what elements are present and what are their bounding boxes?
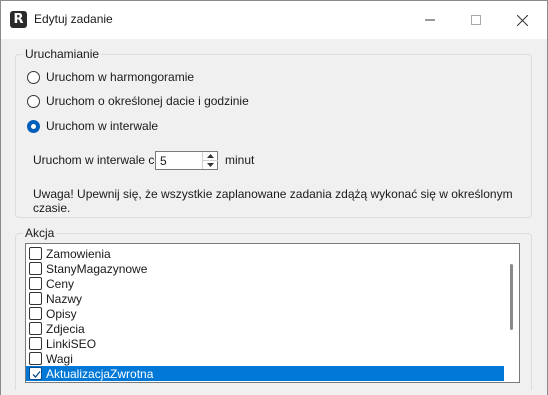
checkbox[interactable] <box>29 307 42 320</box>
maximize-icon <box>471 15 481 25</box>
chevron-down-icon <box>207 162 214 167</box>
maximize-button[interactable] <box>453 1 499 39</box>
radio-button[interactable] <box>27 94 40 108</box>
app-icon: R <box>10 11 27 28</box>
list-item-label: StanyMagazynowe <box>46 261 148 276</box>
list-item[interactable]: Ceny <box>26 276 504 291</box>
radio-date-time-label: Uruchom o określonej dacie i godzinie <box>46 94 249 108</box>
checkbox[interactable] <box>29 322 42 335</box>
edit-task-window: R Edytuj zadanie Uruchamianie Uruchom w … <box>0 0 548 395</box>
list-item[interactable]: Wagi <box>26 351 504 366</box>
checkbox[interactable] <box>29 247 42 260</box>
warning-text: Uwaga! Upewnij się, że wszystkie zaplano… <box>33 187 513 215</box>
minimize-button[interactable] <box>407 1 453 39</box>
interval-label: Uruchom w interwale co <box>33 153 162 167</box>
checkbox[interactable] <box>29 352 42 365</box>
list-item[interactable]: Nazwy <box>26 291 504 306</box>
list-item-label: Ceny <box>46 276 75 291</box>
stepper-up-button[interactable] <box>203 152 218 160</box>
list-item[interactable]: Zamowienia <box>26 246 504 261</box>
radio-date-time[interactable]: Uruchom o określonej dacie i godzinie <box>27 94 249 108</box>
list-item-selected[interactable]: AktualizacjaZwrotna <box>26 366 504 381</box>
list-item[interactable]: LinkiSEO <box>26 336 504 351</box>
list-item-label: LinkiSEO <box>46 336 97 351</box>
list-item-label: Nazwy <box>46 291 83 306</box>
action-group-legend: Akcja <box>23 226 57 240</box>
radio-interval-label: Uruchom w interwale <box>46 119 159 133</box>
checkbox[interactable] <box>29 292 42 305</box>
list-item-label: Opisy <box>46 306 77 321</box>
launch-group-legend: Uruchamianie <box>23 47 102 61</box>
stepper-down-button[interactable] <box>203 160 218 168</box>
radio-interval[interactable]: Uruchom w interwale <box>27 119 158 133</box>
minimize-icon <box>425 19 435 21</box>
title-bar[interactable]: R Edytuj zadanie <box>1 1 547 39</box>
checkbox[interactable] <box>29 337 42 350</box>
list-item-label: Zamowienia <box>46 246 111 261</box>
stepper-buttons <box>202 152 218 169</box>
action-checklist[interactable]: Zamowienia StanyMagazynowe Ceny Nazwy Op… <box>25 243 520 383</box>
checkbox[interactable] <box>29 262 42 275</box>
list-item[interactable]: Zdjecia <box>26 321 504 336</box>
interval-stepper[interactable]: 5 <box>155 151 218 170</box>
bottom-edge <box>1 390 547 395</box>
window-title: Edytuj zadanie <box>34 12 113 26</box>
list-item-label: AktualizacjaZwrotna <box>46 366 154 381</box>
interval-unit-label: minut <box>225 153 255 167</box>
radio-button-checked[interactable] <box>27 119 40 133</box>
list-item-label: Zdjecia <box>46 321 85 336</box>
check-icon <box>32 371 41 378</box>
checkbox-checked[interactable] <box>29 367 42 380</box>
interval-value[interactable]: 5 <box>160 154 167 168</box>
list-item-label: Wagi <box>46 351 73 366</box>
chevron-up-icon <box>207 154 214 158</box>
radio-schedule[interactable]: Uruchom w harmongoramie <box>27 70 194 84</box>
vertical-scrollbar[interactable] <box>504 244 519 382</box>
checkbox[interactable] <box>29 277 42 290</box>
scrollbar-thumb[interactable] <box>510 264 513 330</box>
list-item[interactable]: Opisy <box>26 306 504 321</box>
list-item[interactable]: StanyMagazynowe <box>26 261 504 276</box>
close-icon <box>516 14 528 26</box>
radio-button[interactable] <box>27 70 40 84</box>
radio-schedule-label: Uruchom w harmongoramie <box>46 70 195 84</box>
close-button[interactable] <box>499 1 545 39</box>
